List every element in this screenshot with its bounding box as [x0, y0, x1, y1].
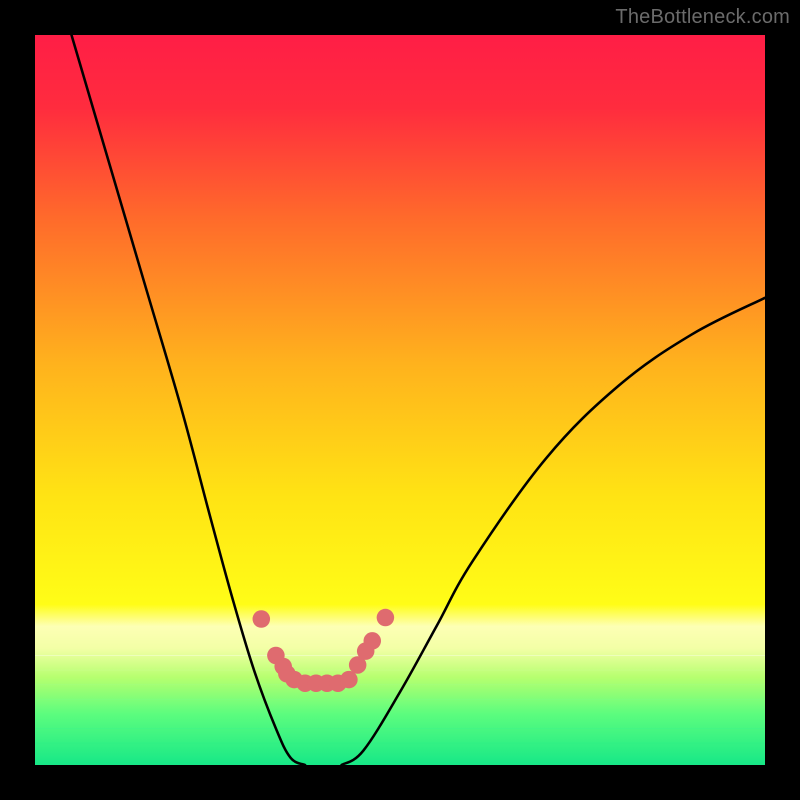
marker-dot [340, 671, 358, 689]
chart-svg [35, 35, 765, 765]
marker-dot [253, 610, 271, 628]
chart-area [35, 35, 765, 765]
marker-dot [364, 632, 382, 650]
marker-dot [377, 609, 395, 627]
watermark-text: TheBottleneck.com [615, 6, 790, 29]
